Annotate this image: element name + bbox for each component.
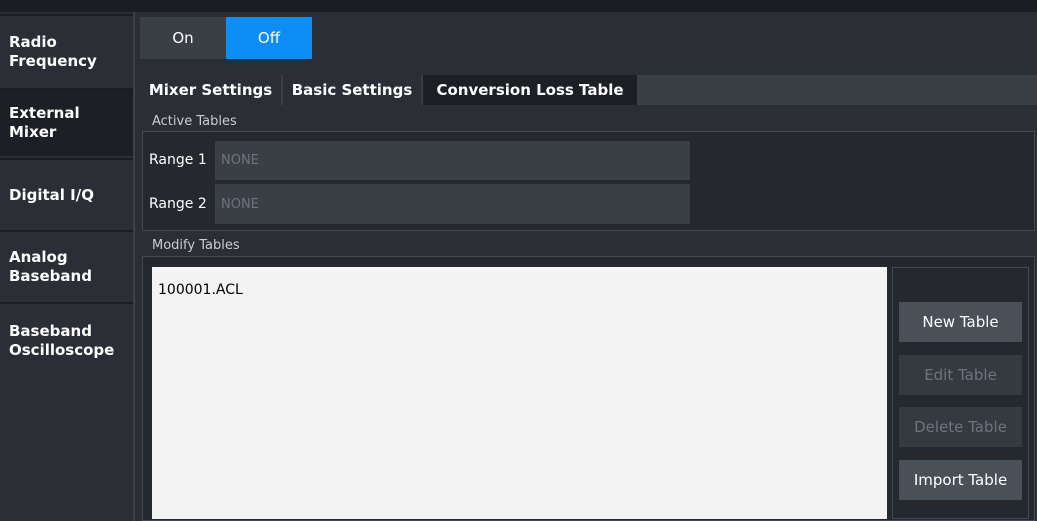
modify-tables-heading: Modify Tables [152,238,240,253]
delete-table-button[interactable]: Delete Table [899,407,1022,447]
range-1-label: Range 1 [149,152,207,168]
toggle-on-option[interactable]: On [140,17,226,59]
range-1-field[interactable]: NONE [215,141,690,180]
active-tables-heading: Active Tables [152,114,237,129]
on-off-toggle[interactable]: On Off [140,17,312,59]
sidebar-item-baseband-oscilloscope[interactable]: Baseband Oscilloscope [0,302,133,386]
tab-conversion-loss-table[interactable]: Conversion Loss Table [423,75,637,105]
toggle-off-option[interactable]: Off [226,17,312,59]
table-file-list[interactable]: 100001.ACL [152,267,887,519]
tab-basic-settings[interactable]: Basic Settings [283,75,421,105]
sidebar-item-analog-baseband[interactable]: Analog Baseband [0,230,133,302]
edit-table-button[interactable]: Edit Table [899,355,1022,395]
sidebar-item-external-mixer[interactable]: External Mixer [0,88,133,156]
range-2-label: Range 2 [149,196,207,212]
sidebar-item-radio-frequency[interactable]: Radio Frequency [0,14,133,88]
tab-mixer-settings[interactable]: Mixer Settings [140,75,281,105]
list-item[interactable]: 100001.ACL [158,282,243,298]
import-table-button[interactable]: Import Table [899,460,1022,500]
new-table-button[interactable]: New Table [899,302,1022,342]
sidebar-item-digital-iq[interactable]: Digital I/Q [0,158,133,230]
range-2-field[interactable]: NONE [215,184,690,224]
